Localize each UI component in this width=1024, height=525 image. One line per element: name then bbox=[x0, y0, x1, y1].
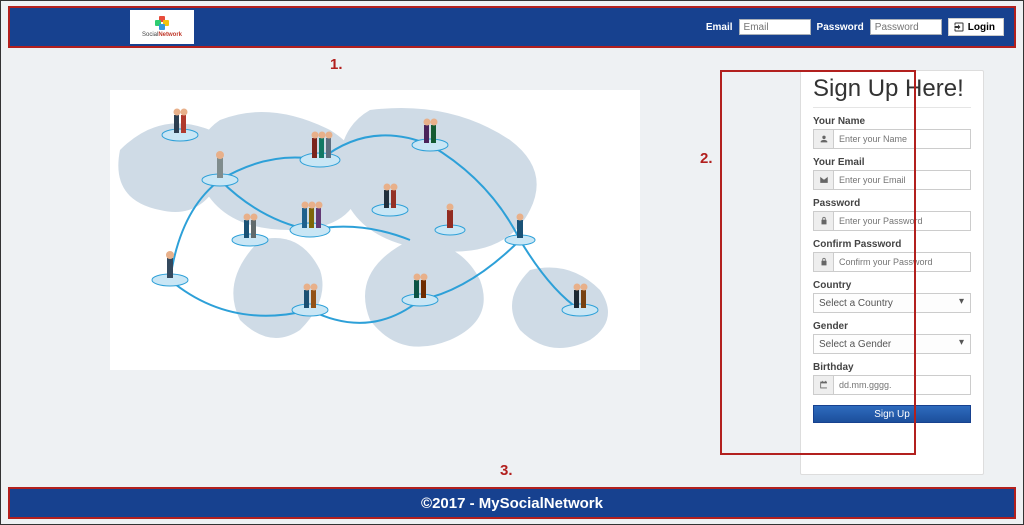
gender-label: Gender bbox=[813, 321, 971, 332]
logo-icon bbox=[155, 16, 169, 30]
login-button[interactable]: Login bbox=[948, 18, 1004, 36]
signup-title: Sign Up Here! bbox=[813, 75, 971, 108]
password-input-top[interactable] bbox=[870, 19, 942, 35]
signup-panel: Sign Up Here! Your Name Your Email Passw… bbox=[800, 70, 984, 475]
envelope-icon bbox=[814, 171, 834, 189]
confirm-password-input[interactable] bbox=[834, 253, 970, 271]
footer: ©2017 - MySocialNetwork bbox=[8, 487, 1016, 519]
lock-icon bbox=[814, 212, 834, 230]
login-button-label: Login bbox=[968, 22, 995, 33]
logo-text: SocialNetwork bbox=[142, 32, 182, 38]
birthday-label: Birthday bbox=[813, 362, 971, 373]
birthday-input[interactable] bbox=[834, 376, 970, 394]
email-label: Email bbox=[706, 22, 733, 33]
email-input-top[interactable] bbox=[739, 19, 811, 35]
lock-icon bbox=[814, 253, 834, 271]
password-label-signup: Password bbox=[813, 198, 971, 209]
gender-select[interactable]: Select a Gender bbox=[813, 334, 971, 354]
hero-illustration bbox=[110, 90, 640, 370]
country-select[interactable]: Select a Country bbox=[813, 293, 971, 313]
password-label: Password bbox=[817, 22, 864, 33]
signup-submit-button[interactable]: Sign Up bbox=[813, 405, 971, 423]
calendar-icon bbox=[814, 376, 834, 394]
footer-text: ©2017 - MySocialNetwork bbox=[421, 495, 603, 512]
login-icon bbox=[953, 21, 965, 33]
navbar: SocialNetwork Email Password Login bbox=[8, 6, 1016, 48]
gender-selected-value: Select a Gender bbox=[819, 339, 891, 350]
user-icon bbox=[814, 130, 834, 148]
confirm-password-label: Confirm Password bbox=[813, 239, 971, 250]
login-form: Email Password Login bbox=[706, 18, 1004, 36]
name-input[interactable] bbox=[834, 130, 970, 148]
site-logo[interactable]: SocialNetwork bbox=[130, 10, 194, 44]
email-label-signup: Your Email bbox=[813, 157, 971, 168]
country-selected-value: Select a Country bbox=[819, 298, 893, 309]
password-input[interactable] bbox=[834, 212, 970, 230]
country-label: Country bbox=[813, 280, 971, 291]
email-input[interactable] bbox=[834, 171, 970, 189]
name-label: Your Name bbox=[813, 116, 971, 127]
